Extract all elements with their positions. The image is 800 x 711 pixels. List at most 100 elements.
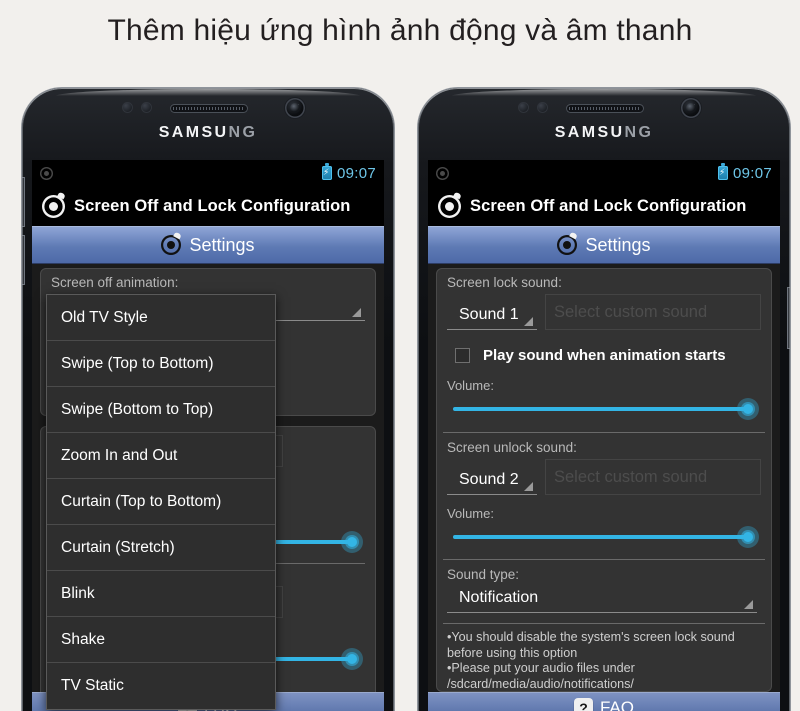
play-sound-checkbox-row[interactable]: Play sound when animation starts [455,347,761,364]
dropdown-option[interactable]: Curtain (Stretch) [47,525,275,571]
logo-text-dim: NG [624,124,654,141]
proximity-sensor-icon [518,102,529,113]
unlock-custom-sound-field[interactable]: Select custom sound [545,459,761,495]
front-camera-icon [285,98,305,118]
app-title-bar-left: Screen Off and Lock Configuration [32,186,384,226]
slider-knob[interactable] [743,404,753,414]
faq-bar-right[interactable]: ? FAQ [428,692,780,711]
unlock-sound-label: Screen unlock sound: [447,440,577,455]
status-bar-right: 09:07 [428,160,780,186]
chevron-down-icon [352,308,361,317]
dropdown-option[interactable]: Blink [47,571,275,617]
settings-target-icon [557,235,577,255]
phone-bezel-top-right: SAMSUNG [418,88,790,163]
settings-content-right: Screen lock sound: Sound 1 Select custom… [428,264,780,711]
phone-screen-right: 09:07 Screen Off and Lock Configuration … [428,160,780,711]
chevron-down-icon [524,482,533,491]
power-button-right[interactable] [788,288,790,348]
dropdown-option[interactable]: Old TV Style [47,295,275,341]
battery-charging-icon [717,163,728,180]
tab-settings-label: Settings [585,234,651,255]
lock-sound-selected: Sound 1 [459,306,519,323]
app-title-text: Screen Off and Lock Configuration [470,196,747,215]
app-icon-target-icon [42,195,65,218]
app-title-text: Screen Off and Lock Configuration [74,196,351,215]
note-line-2: •Please put your audio files under /sdca… [447,661,635,691]
volume-down-button-left[interactable] [22,236,24,284]
tab-settings-label: Settings [189,234,255,255]
earpiece-speaker-icon [566,104,644,113]
lock-sound-spinner[interactable]: Sound 1 [447,303,537,330]
battery-charging-icon [321,163,332,180]
app-target-icon [436,167,449,180]
sound-settings-card: Screen lock sound: Sound 1 Select custom… [436,268,772,706]
lock-volume-label: Volume: [447,378,494,393]
dropdown-option[interactable]: Curtain (Top to Bottom) [47,479,275,525]
phone-left: SAMSUNG 09:07 Screen Off and Lock Config… [22,88,394,711]
app-target-icon [40,167,53,180]
page-root: Thêm hiệu ứng hình ảnh động và âm thanh … [0,0,800,711]
sound-type-spinner[interactable]: Notification [447,586,757,613]
divider-3 [443,623,765,624]
sound-type-label: Sound type: [447,567,520,582]
samsung-logo: SAMSUNG [22,124,394,142]
volume-up-button-left[interactable] [22,178,24,226]
animation-field-label: Screen off animation: [51,275,179,290]
divider-1 [443,432,765,433]
logo-text-main: SAMSU [554,124,625,141]
play-sound-checkbox[interactable] [455,348,470,363]
proximity-sensor-icon [122,102,133,113]
lock-volume-slider[interactable] [451,398,761,420]
status-bar-system-left: 09:07 [321,163,376,182]
faq-label-right: FAQ [599,697,634,711]
unlock-sound-spinner[interactable]: Sound 2 [447,468,537,495]
tab-settings-left[interactable]: Settings [32,226,384,264]
unlock-volume-slider[interactable] [451,526,761,548]
unlock-volume-label: Volume: [447,506,494,521]
phone-right: SAMSUNG 09:07 Screen Off and Lock Config… [418,88,790,711]
slider-track [453,407,749,411]
slider-knob[interactable] [347,537,357,547]
status-bar-system-right: 09:07 [717,163,772,182]
dropdown-option[interactable]: Swipe (Top to Bottom) [47,341,275,387]
dropdown-option[interactable]: Swipe (Bottom to Top) [47,387,275,433]
logo-text-dim: NG [228,124,258,141]
app-title-bar-right: Screen Off and Lock Configuration [428,186,780,226]
unlock-sound-row: Sound 2 Select custom sound [447,459,761,495]
note-line-1: •You should disable the system's screen … [447,630,735,660]
slider-knob[interactable] [347,654,357,664]
lock-custom-sound-field[interactable]: Select custom sound [545,294,761,330]
light-sensor-icon [141,102,152,113]
status-bar-clock: 09:07 [336,164,376,182]
slider-track [453,535,749,539]
dropdown-option[interactable]: TV Static [47,663,275,709]
dropdown-option[interactable]: Zoom In and Out [47,433,275,479]
tab-settings-right[interactable]: Settings [428,226,780,264]
divider-2 [443,559,765,560]
earpiece-speaker-icon [170,104,248,113]
front-camera-icon [681,98,701,118]
lock-custom-sound-placeholder: Select custom sound [554,302,708,321]
status-bar-notifications-right [436,167,449,180]
samsung-logo: SAMSUNG [418,124,790,142]
play-sound-checkbox-label: Play sound when animation starts [483,347,726,364]
dropdown-option[interactable]: Shake [47,617,275,663]
lock-sound-label: Screen lock sound: [447,275,562,290]
status-bar-notifications-left [40,167,53,180]
lock-sound-row: Sound 1 Select custom sound [447,294,761,330]
settings-content-left: Screen off animation: Old TV Style ound … [32,264,384,711]
sound-type-selected: Notification [459,589,539,606]
page-title: Thêm hiệu ứng hình ảnh động và âm thanh [107,14,693,47]
app-icon-target-icon [438,195,461,218]
question-mark-icon: ? [573,698,593,711]
slider-knob[interactable] [743,532,753,542]
unlock-custom-sound-placeholder: Select custom sound [554,467,708,486]
phone-screen-left: 09:07 Screen Off and Lock Configuration … [32,160,384,711]
status-bar-clock: 09:07 [732,164,772,182]
logo-text-main: SAMSU [158,124,229,141]
status-bar-left: 09:07 [32,160,384,186]
animation-dropdown-list[interactable]: Old TV Style Swipe (Top to Bottom) Swipe… [46,294,276,710]
light-sensor-icon [537,102,548,113]
phone-bezel-top-left: SAMSUNG [22,88,394,163]
settings-target-icon [161,235,181,255]
